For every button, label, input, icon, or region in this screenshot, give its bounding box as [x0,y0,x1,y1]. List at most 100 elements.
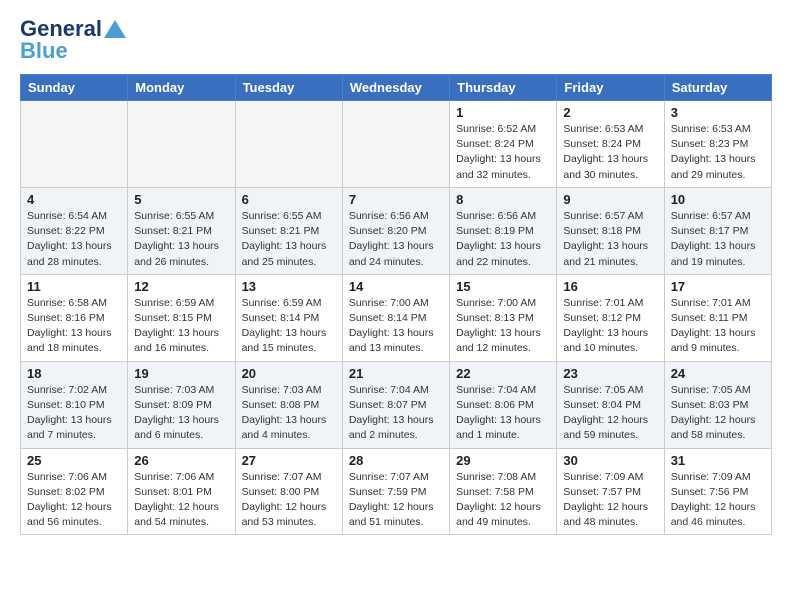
day-detail: Sunrise: 7:07 AM Sunset: 7:59 PM Dayligh… [349,470,443,531]
day-cell: 5Sunrise: 6:55 AM Sunset: 8:21 PM Daylig… [128,187,235,274]
day-cell: 24Sunrise: 7:05 AM Sunset: 8:03 PM Dayli… [664,361,771,448]
col-thursday: Thursday [450,75,557,101]
calendar-table: Sunday Monday Tuesday Wednesday Thursday… [20,74,772,535]
day-cell: 27 Sunrise: 7:07 AM Sunset: 8:00 PM Dayli… [235,448,342,535]
day-number: 25 [27,453,121,468]
day-cell: 1 Sunrise: 6:52 AM Sunset: 8:24 PM Daylig… [450,101,557,188]
day-number: 18 [27,366,121,381]
day-detail: Sunrise: 7:06 AM Sunset: 8:01 PM Dayligh… [134,470,228,531]
day-detail: Sunrise: 6:53 AM Sunset: 8:24 PM Dayligh… [563,122,657,183]
day-cell [128,101,235,188]
day-detail: Sunrise: 6:53 AM Sunset: 8:23 PM Dayligh… [671,122,765,183]
day-number: 30 [563,453,657,468]
day-number: 1 [456,105,550,120]
day-cell: 15Sunrise: 7:00 AM Sunset: 8:13 PM Dayli… [450,274,557,361]
day-number: 8 [456,192,550,207]
day-number: 21 [349,366,443,381]
day-detail: Sunrise: 7:02 AM Sunset: 8:10 PM Dayligh… [27,383,121,444]
day-cell: 4 Sunrise: 6:54 AM Sunset: 8:22 PM Daylig… [21,187,128,274]
day-detail: Sunrise: 7:03 AM Sunset: 8:09 PM Dayligh… [134,383,228,444]
header-row: Sunday Monday Tuesday Wednesday Thursday… [21,75,772,101]
day-cell: 30 Sunrise: 7:09 AM Sunset: 7:57 PM Dayli… [557,448,664,535]
week-row-4: 18 Sunrise: 7:02 AM Sunset: 8:10 PM Dayli… [21,361,772,448]
day-detail: Sunrise: 7:01 AM Sunset: 8:12 PM Dayligh… [563,296,657,357]
day-cell: 3 Sunrise: 6:53 AM Sunset: 8:23 PM Daylig… [664,101,771,188]
day-detail: Sunrise: 7:04 AM Sunset: 8:06 PM Dayligh… [456,383,550,444]
day-number: 2 [563,105,657,120]
day-detail: Sunrise: 6:57 AM Sunset: 8:18 PM Dayligh… [563,209,657,270]
day-cell: 10 Sunrise: 6:57 AM Sunset: 8:17 PM Dayli… [664,187,771,274]
day-cell: 23 Sunrise: 7:05 AM Sunset: 8:04 PM Dayli… [557,361,664,448]
day-cell: 22 Sunrise: 7:04 AM Sunset: 8:06 PM Dayli… [450,361,557,448]
day-detail: Sunrise: 7:00 AM Sunset: 8:13 PM Dayligh… [456,296,550,357]
day-number: 22 [456,366,550,381]
day-detail: Sunrise: 6:54 AM Sunset: 8:22 PM Dayligh… [27,209,121,270]
day-detail: Sunrise: 6:59 AM Sunset: 8:14 PM Dayligh… [242,296,336,357]
day-number: 12 [134,279,228,294]
day-detail: Sunrise: 7:09 AM Sunset: 7:56 PM Dayligh… [671,470,765,531]
day-detail: Sunrise: 7:07 AM Sunset: 8:00 PM Dayligh… [242,470,336,531]
day-detail: Sunrise: 7:05 AM Sunset: 8:03 PM Dayligh… [671,383,765,444]
day-number: 31 [671,453,765,468]
day-cell [21,101,128,188]
day-cell: 9 Sunrise: 6:57 AM Sunset: 8:18 PM Daylig… [557,187,664,274]
day-detail: Sunrise: 6:57 AM Sunset: 8:17 PM Dayligh… [671,209,765,270]
day-cell: 20Sunrise: 7:03 AM Sunset: 8:08 PM Dayli… [235,361,342,448]
day-number: 27 [242,453,336,468]
col-saturday: Saturday [664,75,771,101]
day-cell: 18 Sunrise: 7:02 AM Sunset: 8:10 PM Dayli… [21,361,128,448]
col-monday: Monday [128,75,235,101]
day-number: 29 [456,453,550,468]
day-number: 3 [671,105,765,120]
week-row-5: 25Sunrise: 7:06 AM Sunset: 8:02 PM Dayli… [21,448,772,535]
col-friday: Friday [557,75,664,101]
logo-icon [104,18,126,40]
day-detail: Sunrise: 7:09 AM Sunset: 7:57 PM Dayligh… [563,470,657,531]
day-number: 9 [563,192,657,207]
day-cell: 2 Sunrise: 6:53 AM Sunset: 8:24 PM Daylig… [557,101,664,188]
day-cell: 13 Sunrise: 6:59 AM Sunset: 8:14 PM Dayli… [235,274,342,361]
day-detail: Sunrise: 7:01 AM Sunset: 8:11 PM Dayligh… [671,296,765,357]
day-cell: 11Sunrise: 6:58 AM Sunset: 8:16 PM Dayli… [21,274,128,361]
day-number: 4 [27,192,121,207]
header: General Blue [20,16,772,64]
logo: General Blue [20,16,126,64]
day-cell: 16Sunrise: 7:01 AM Sunset: 8:12 PM Dayli… [557,274,664,361]
page: General Blue Sunday Monday Tuesday Wedne… [0,0,792,551]
day-number: 7 [349,192,443,207]
day-cell: 19Sunrise: 7:03 AM Sunset: 8:09 PM Dayli… [128,361,235,448]
day-cell: 28 Sunrise: 7:07 AM Sunset: 7:59 PM Dayli… [342,448,449,535]
day-cell: 26Sunrise: 7:06 AM Sunset: 8:01 PM Dayli… [128,448,235,535]
day-cell: 6 Sunrise: 6:55 AM Sunset: 8:21 PM Daylig… [235,187,342,274]
day-detail: Sunrise: 7:00 AM Sunset: 8:14 PM Dayligh… [349,296,443,357]
week-row-1: 1 Sunrise: 6:52 AM Sunset: 8:24 PM Daylig… [21,101,772,188]
day-number: 10 [671,192,765,207]
day-detail: Sunrise: 6:56 AM Sunset: 8:20 PM Dayligh… [349,209,443,270]
day-detail: Sunrise: 6:55 AM Sunset: 8:21 PM Dayligh… [242,209,336,270]
col-wednesday: Wednesday [342,75,449,101]
week-row-2: 4 Sunrise: 6:54 AM Sunset: 8:22 PM Daylig… [21,187,772,274]
day-number: 17 [671,279,765,294]
day-number: 20 [242,366,336,381]
day-number: 5 [134,192,228,207]
day-number: 6 [242,192,336,207]
day-number: 14 [349,279,443,294]
day-cell: 25Sunrise: 7:06 AM Sunset: 8:02 PM Dayli… [21,448,128,535]
day-cell: 17 Sunrise: 7:01 AM Sunset: 8:11 PM Dayli… [664,274,771,361]
day-number: 13 [242,279,336,294]
day-cell [235,101,342,188]
day-cell: 31 Sunrise: 7:09 AM Sunset: 7:56 PM Dayli… [664,448,771,535]
day-detail: Sunrise: 6:59 AM Sunset: 8:15 PM Dayligh… [134,296,228,357]
day-cell [342,101,449,188]
day-detail: Sunrise: 6:56 AM Sunset: 8:19 PM Dayligh… [456,209,550,270]
day-detail: Sunrise: 7:04 AM Sunset: 8:07 PM Dayligh… [349,383,443,444]
week-row-3: 11Sunrise: 6:58 AM Sunset: 8:16 PM Dayli… [21,274,772,361]
day-number: 28 [349,453,443,468]
col-sunday: Sunday [21,75,128,101]
day-number: 23 [563,366,657,381]
day-detail: Sunrise: 7:08 AM Sunset: 7:58 PM Dayligh… [456,470,550,531]
logo-blue-text: Blue [20,38,68,64]
day-detail: Sunrise: 6:52 AM Sunset: 8:24 PM Dayligh… [456,122,550,183]
day-cell: 12 Sunrise: 6:59 AM Sunset: 8:15 PM Dayli… [128,274,235,361]
day-detail: Sunrise: 7:05 AM Sunset: 8:04 PM Dayligh… [563,383,657,444]
